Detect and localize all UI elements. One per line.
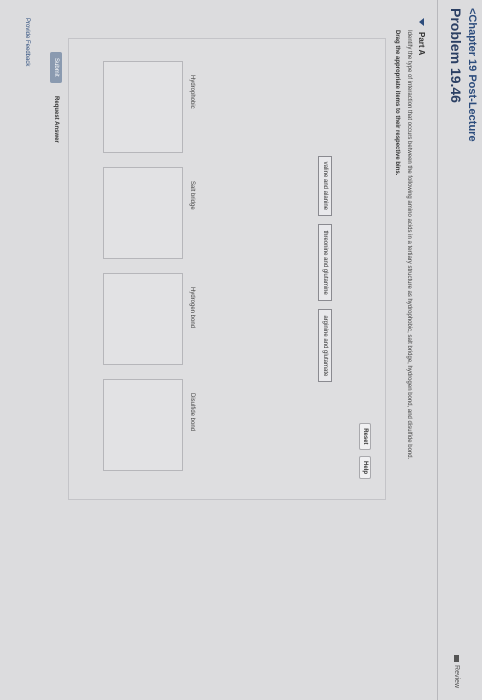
- bin-drop-area[interactable]: [103, 273, 183, 365]
- reset-button[interactable]: Reset: [359, 423, 371, 450]
- bin-hydrophobic[interactable]: Hydrophobic: [101, 61, 195, 161]
- rotated-content: <Chapter 19 Post-Lecture Problem 19.46 R…: [0, 0, 482, 700]
- drag-drop-panel: Reset Help valine and alanine threonine …: [68, 38, 386, 500]
- bin-label: Hydrophobic: [189, 75, 195, 109]
- bin-label: Hydrogen bond: [189, 287, 195, 329]
- divider: [437, 0, 438, 700]
- review-label: Review: [453, 665, 460, 688]
- question-text: Identify the type of interaction that oc…: [406, 30, 412, 460]
- part-a-label: Part A: [417, 32, 426, 56]
- help-button[interactable]: Help: [359, 455, 371, 479]
- bin-drop-area[interactable]: [103, 61, 183, 153]
- page-title: Problem 19.46: [448, 8, 464, 103]
- provide-feedback-link[interactable]: Provide Feedback: [24, 18, 30, 66]
- request-answer-link[interactable]: Request Answer: [53, 96, 59, 143]
- review-link[interactable]: Review: [453, 655, 460, 688]
- bin-label: Disulfide bond: [189, 393, 195, 432]
- draggable-tiles: valine and alanine threonine and glutami…: [318, 39, 337, 499]
- bin-salt-bridge[interactable]: Salt bridge: [101, 167, 195, 267]
- bin-drop-area[interactable]: [103, 167, 183, 259]
- drag-instruction: Drag the appropriate items to their resp…: [394, 30, 400, 176]
- submit-button[interactable]: Submit: [50, 52, 62, 83]
- bin-drop-area[interactable]: [103, 379, 183, 471]
- bin-disulfide-bond[interactable]: Disulfide bond: [101, 379, 195, 479]
- part-a-toggle[interactable]: Part A: [417, 18, 426, 55]
- panel-controls: Reset Help: [359, 421, 377, 479]
- back-to-chapter-link[interactable]: <Chapter 19 Post-Lecture: [466, 8, 478, 142]
- tile-valine-alanine[interactable]: valine and alanine: [318, 155, 332, 217]
- bin-hydrogen-bond[interactable]: Hydrogen bond: [101, 273, 195, 373]
- tile-arginine-glutamate[interactable]: arginine and glutamate: [318, 309, 332, 383]
- review-icon: [454, 655, 460, 663]
- caret-down-icon: [418, 18, 424, 26]
- page: <Chapter 19 Post-Lecture Problem 19.46 R…: [0, 0, 482, 700]
- bin-label: Salt bridge: [189, 181, 195, 210]
- tile-threonine-glutamine[interactable]: threonine and glutamine: [318, 224, 332, 301]
